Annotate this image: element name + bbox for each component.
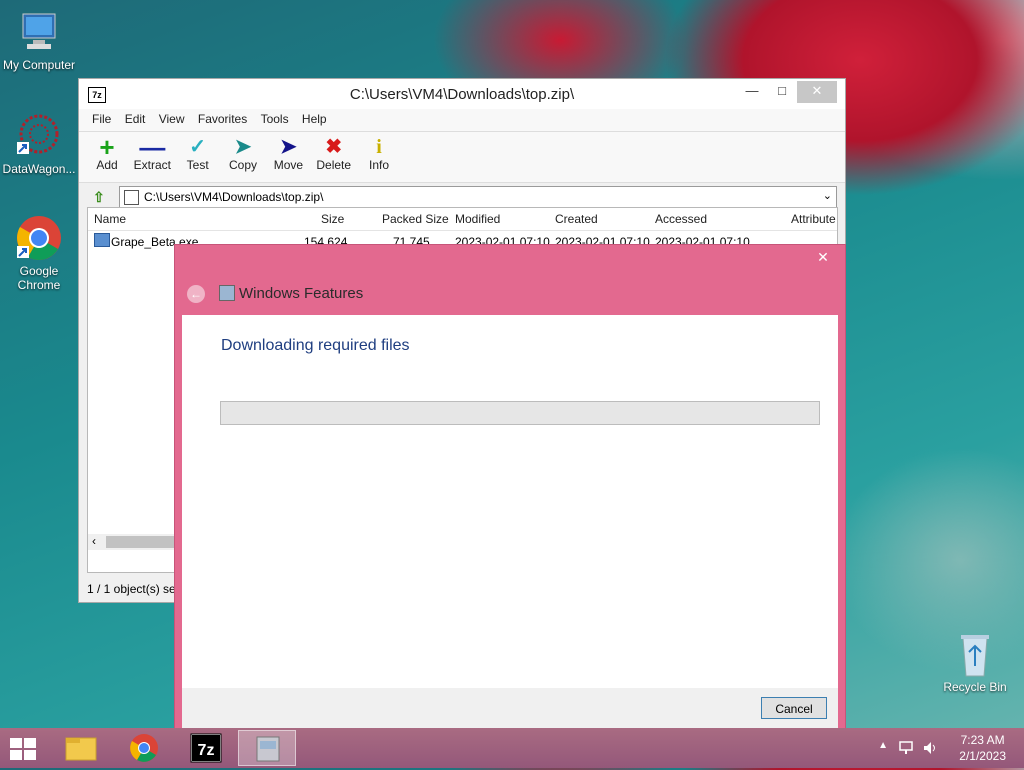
folder-icon (65, 737, 97, 761)
clock-date: 2/1/2023 (959, 749, 1006, 763)
menu-bar: File Edit View Favorites Tools Help (79, 109, 845, 132)
column-name[interactable]: Name (94, 212, 126, 226)
status-heading: Downloading required files (221, 337, 410, 354)
desktop-icon-label: Google Chrome (17, 264, 61, 292)
back-arrow-icon[interactable]: ← (187, 285, 205, 303)
desktop-icon-recycle-bin[interactable]: Recycle Bin (936, 630, 1014, 694)
menu-view[interactable]: View (154, 109, 190, 129)
cancel-button[interactable]: Cancel (761, 697, 827, 719)
toolbar: + Add — Extract ✓ Test ➤ Copy ➤ Move ✖ D… (79, 132, 845, 183)
dialog-footer: Cancel (182, 688, 838, 728)
computer-icon (15, 8, 63, 56)
start-button[interactable] (8, 736, 38, 760)
check-icon: ✓ (189, 136, 207, 158)
info-button[interactable]: i Info (359, 132, 399, 172)
menu-tools[interactable]: Tools (256, 109, 294, 129)
dialog-title: Windows Features (239, 285, 364, 302)
taskbar-google-chrome[interactable] (115, 730, 173, 766)
maximize-button[interactable]: □ (765, 81, 799, 103)
info-label: Info (369, 158, 390, 172)
column-accessed[interactable]: Accessed (655, 212, 707, 226)
taskbar-file-explorer[interactable] (52, 730, 110, 766)
move-button[interactable]: ➤ Move (268, 132, 308, 172)
test-label: Test (186, 158, 209, 172)
dialog-body: Downloading required files (182, 315, 838, 688)
column-modified[interactable]: Modified (455, 212, 500, 226)
recycle-bin-icon (951, 630, 999, 678)
chrome-icon (15, 214, 63, 262)
close-button[interactable]: ✕ (809, 247, 837, 267)
add-label: Add (96, 158, 118, 172)
7zip-icon: 7z (190, 733, 222, 763)
clock[interactable]: 7:23 AM 2/1/2023 (959, 732, 1006, 764)
desktop-icon-label: My Computer (2, 58, 76, 72)
windows-features-dialog: ✕ ← Windows Features Downloading require… (174, 244, 846, 735)
info-icon: i (376, 136, 382, 158)
windows-features-icon (256, 736, 280, 762)
copy-label: Copy (229, 158, 258, 172)
desktop-icon-label: DataWagon... (2, 162, 76, 176)
address-text: C:\Users\VM4\Downloads\top.zip\ (144, 190, 324, 204)
desktop-icon-my-computer[interactable]: My Computer (0, 8, 78, 72)
delete-label: Delete (316, 158, 352, 172)
minus-icon: — (139, 132, 166, 162)
close-button[interactable]: ✕ (797, 81, 837, 103)
desktop-icon-datawagon[interactable]: DataWagon... (0, 112, 78, 176)
add-button[interactable]: + Add (87, 132, 127, 172)
menu-file[interactable]: File (87, 109, 116, 129)
delete-button[interactable]: ✖ Delete (314, 132, 354, 172)
column-size[interactable]: Size (321, 212, 344, 226)
windows-features-icon (219, 285, 235, 301)
archive-icon (124, 190, 139, 205)
exe-file-icon (94, 233, 110, 247)
desktop-icon-label: Recycle Bin (943, 680, 1007, 694)
taskbar-windows-features[interactable] (238, 730, 296, 766)
clock-time: 7:23 AM (960, 733, 1005, 747)
datawagon-icon (15, 112, 63, 160)
address-row: ⇧ C:\Users\VM4\Downloads\top.zip\ ⌄ (79, 183, 845, 209)
scroll-left-icon[interactable]: ‹ (92, 534, 96, 548)
show-hidden-icons-icon[interactable]: ▲ (878, 740, 888, 751)
chrome-icon (130, 734, 158, 762)
extract-button[interactable]: — Extract (132, 132, 172, 172)
column-attributes[interactable]: Attribute (791, 212, 836, 226)
address-bar[interactable]: C:\Users\VM4\Downloads\top.zip\ ⌄ (119, 186, 837, 208)
title-bar[interactable]: 7z C:\Users\VM4\Downloads\top.zip\ — □ ✕ (79, 79, 845, 109)
copy-button[interactable]: ➤ Copy (223, 132, 263, 172)
copy-arrow-icon: ➤ (234, 136, 252, 158)
volume-icon[interactable] (922, 740, 938, 756)
taskbar: 7z ▲ 7:23 AM 2/1/2023 (0, 728, 1024, 768)
column-packed-size[interactable]: Packed Size (382, 212, 449, 226)
menu-edit[interactable]: Edit (120, 109, 151, 129)
desktop-icon-google-chrome[interactable]: Google Chrome (0, 214, 78, 292)
extract-label: Extract (133, 158, 172, 172)
window-title: C:\Users\VM4\Downloads\top.zip\ (349, 86, 575, 103)
up-folder-icon[interactable]: ⇧ (93, 189, 109, 205)
chevron-down-icon[interactable]: ⌄ (823, 189, 832, 202)
move-arrow-icon: ➤ (279, 136, 297, 158)
test-button[interactable]: ✓ Test (178, 132, 218, 172)
plus-icon: + (99, 132, 115, 162)
minimize-button[interactable]: — (735, 81, 769, 103)
progress-bar (220, 401, 820, 425)
delete-icon: ✖ (325, 136, 343, 158)
taskbar-7zip[interactable]: 7z (177, 730, 235, 766)
menu-favorites[interactable]: Favorites (193, 109, 252, 129)
network-icon[interactable] (898, 740, 914, 756)
move-label: Move (273, 158, 304, 172)
menu-help[interactable]: Help (297, 109, 332, 129)
status-bar: 1 / 1 object(s) se (87, 582, 176, 596)
list-header: Name Size Packed Size Modified Created A… (88, 208, 837, 231)
svg-text:7z: 7z (198, 742, 215, 759)
column-created[interactable]: Created (555, 212, 598, 226)
